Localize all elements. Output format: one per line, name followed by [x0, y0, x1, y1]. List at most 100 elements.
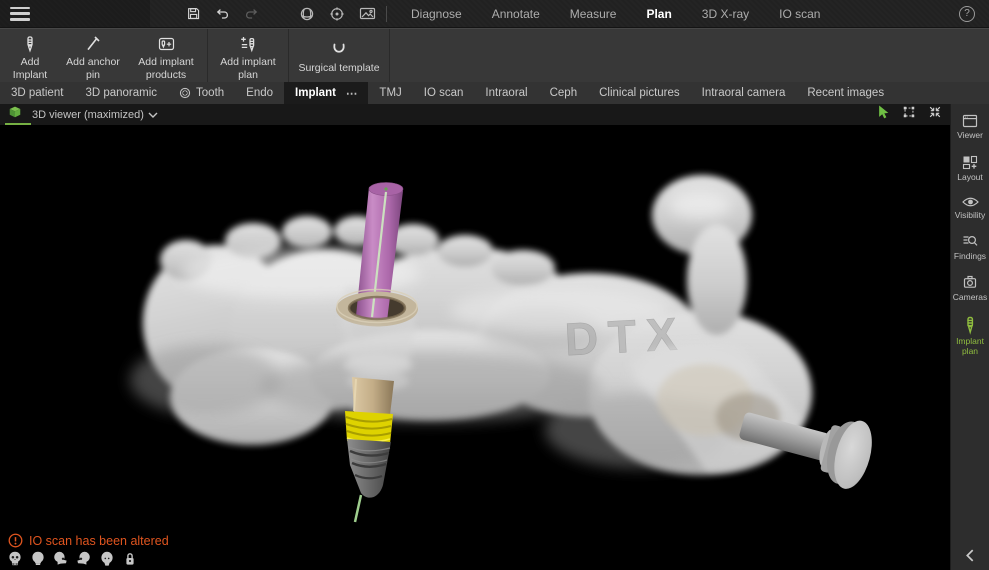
sidebar-label-visibility: Visibility: [955, 211, 986, 221]
orientation-presets: [6, 550, 138, 567]
status-warning: IO scan has been altered: [8, 533, 169, 548]
right-sidebar: Viewer Layout Visibility: [950, 104, 989, 570]
dental-implant-planning-app: Diagnose Annotate Measure Plan 3D X-ray …: [0, 0, 989, 570]
sidebar-item-findings[interactable]: Findings: [951, 233, 989, 262]
add-implant-button[interactable]: Add Implant: [0, 29, 60, 82]
tab-ceph[interactable]: Ceph: [539, 82, 589, 104]
marquee-zoom-icon[interactable]: [902, 105, 916, 124]
main-menu: Diagnose Annotate Measure Plan 3D X-ray …: [411, 7, 820, 21]
menu-plan[interactable]: Plan: [646, 7, 671, 21]
tab-recent-images[interactable]: Recent images: [796, 82, 895, 104]
hamburger-menu-icon[interactable]: [10, 7, 30, 21]
skull-right-side-icon[interactable]: [52, 550, 69, 567]
add-anchor-pin-label: Add anchor pin: [66, 56, 120, 81]
menu-diagnose[interactable]: Diagnose: [411, 7, 462, 21]
sidebar-label-cameras: Cameras: [953, 293, 987, 303]
redo-icon[interactable]: [244, 6, 259, 21]
menu-measure[interactable]: Measure: [570, 7, 617, 21]
tab-3d-patient[interactable]: 3D patient: [0, 82, 74, 104]
menu-annotate[interactable]: Annotate: [492, 7, 540, 21]
skull-top-icon[interactable]: [98, 550, 115, 567]
green-implant-axis: [355, 495, 361, 522]
yellow-highlighted-implant-threads: [345, 411, 393, 444]
menu-3d-xray[interactable]: 3D X-ray: [702, 7, 749, 21]
top-toolbar-icons: [186, 6, 376, 22]
camera-icon: [962, 275, 978, 290]
add-implant-products-label: Add implant products: [132, 56, 200, 81]
add-implant-plan-label: Add implant plan: [215, 56, 281, 81]
tab-intraoral-camera[interactable]: Intraoral camera: [691, 82, 797, 104]
sidebar-item-viewer[interactable]: Viewer: [951, 114, 989, 141]
tab-endo[interactable]: Endo: [235, 82, 284, 104]
sidebar-label-findings: Findings: [954, 252, 986, 262]
image-snapshot-icon[interactable]: [359, 6, 376, 21]
fit-view-icon[interactable]: [928, 105, 942, 124]
save-icon[interactable]: [186, 6, 201, 21]
implant-abutment: [352, 377, 394, 415]
viewer-title: 3D viewer (maximized): [32, 109, 144, 121]
tooth-disc-icon: [179, 87, 191, 99]
add-implant-plan-button[interactable]: Add implant plan: [209, 29, 287, 82]
viewer-selector-dropdown[interactable]: 3D viewer (maximized): [8, 105, 158, 124]
sidebar-label-viewer: Viewer: [957, 131, 983, 141]
render-sphere-icon[interactable]: [299, 6, 315, 22]
add-implant-label: Add Implant: [6, 56, 54, 81]
plan-ribbon: Add Implant Add anchor pin Add implant p…: [0, 28, 989, 82]
help-icon[interactable]: ?: [959, 6, 975, 22]
ribbon-divider: [207, 29, 208, 82]
undo-icon[interactable]: [215, 6, 230, 21]
implant-plan-icon: [962, 316, 978, 334]
tab-tmj[interactable]: TMJ: [368, 82, 412, 104]
anchor-pin-icon: [84, 35, 102, 53]
eye-icon: [962, 196, 979, 208]
tab-implant[interactable]: Implant: [284, 82, 342, 104]
3d-cube-icon: [8, 105, 22, 124]
viewer-header-controls: [878, 105, 942, 124]
surgical-template-button[interactable]: Surgical template: [290, 29, 388, 82]
pointer-tool-icon[interactable]: [878, 105, 890, 124]
add-anchor-pin-button[interactable]: Add anchor pin: [60, 29, 126, 82]
tab-intraoral[interactable]: Intraoral: [474, 82, 538, 104]
findings-search-list-icon: [962, 233, 978, 249]
tab-io-scan[interactable]: IO scan: [413, 82, 475, 104]
sidebar-item-layout[interactable]: Layout: [951, 154, 989, 183]
sidebar-label-layout: Layout: [957, 173, 983, 183]
alert-icon: [8, 533, 23, 548]
sidebar-item-cameras[interactable]: Cameras: [951, 275, 989, 303]
menu-io-scan[interactable]: IO scan: [779, 7, 820, 21]
top-bar: Diagnose Annotate Measure Plan 3D X-ray …: [0, 0, 989, 28]
add-implant-products-button[interactable]: Add implant products: [126, 29, 206, 82]
workspace-tab-bar: 3D patient 3D panoramic Tooth Endo Impla…: [0, 82, 989, 104]
skull-back-icon[interactable]: [29, 550, 46, 567]
3d-scene: DTX: [0, 125, 950, 570]
sidebar-collapse-chevron-icon[interactable]: [965, 549, 975, 562]
viewer-panel: 3D viewer (maximized): [0, 104, 950, 570]
implant-products-icon: [157, 35, 176, 53]
tab-clinical-pictures[interactable]: Clinical pictures: [588, 82, 691, 104]
3d-viewport[interactable]: DTX: [0, 125, 950, 570]
focus-target-icon[interactable]: [329, 6, 345, 22]
ribbon-divider: [389, 29, 390, 82]
viewer-header: 3D viewer (maximized): [0, 104, 950, 125]
implant-plan-add-icon: [239, 35, 257, 53]
sidebar-item-implant-plan[interactable]: Implant plan: [951, 316, 989, 357]
top-bar-left: [0, 0, 150, 27]
warning-text: IO scan has been altered: [29, 534, 169, 548]
viewer-window-icon: [962, 114, 978, 128]
layout-grid-icon: [962, 154, 978, 170]
sidebar-label-implant-plan: Implant plan: [951, 337, 989, 357]
sidebar-item-visibility[interactable]: Visibility: [951, 196, 989, 221]
chevron-down-icon: [148, 111, 158, 119]
implant-icon: [21, 35, 39, 53]
toolbar-divider: [386, 6, 387, 22]
surgical-template-icon: [329, 40, 349, 60]
gray-implant-body: [347, 439, 391, 498]
ribbon-divider: [288, 29, 289, 82]
skull-left-side-icon[interactable]: [75, 550, 92, 567]
skull-front-icon[interactable]: [6, 550, 23, 567]
tab-3d-panoramic[interactable]: 3D panoramic: [74, 82, 168, 104]
tab-tooth[interactable]: Tooth: [168, 82, 235, 104]
lock-orientation-icon[interactable]: [121, 550, 138, 567]
surgical-template-label: Surgical template: [298, 62, 379, 75]
tab-more-options-icon[interactable]: ⋯: [342, 82, 369, 104]
